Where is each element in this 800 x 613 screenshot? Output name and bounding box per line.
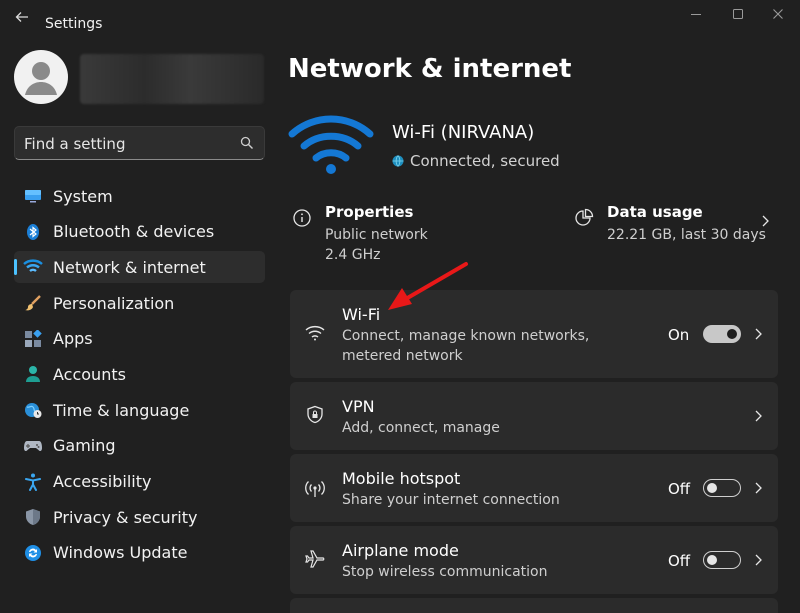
sidebar-item-label: Time & language: [53, 400, 190, 420]
vpn-card[interactable]: VPN Add, connect, manage: [290, 382, 778, 450]
info-row: Properties Public network 2.4 GHz Data u…: [288, 200, 778, 270]
sidebar-item-label: Bluetooth & devices: [53, 222, 215, 242]
sidebar-item-label: Accessibility: [53, 472, 152, 491]
app-title: Settings: [45, 16, 103, 32]
page-title: Network & internet: [288, 54, 572, 84]
airplane-mode-title: Airplane mode: [342, 541, 459, 560]
close-button[interactable]: [764, 6, 792, 26]
time-language-icon: [25, 403, 42, 419]
sidebar-item-network[interactable]: Network & internet: [14, 251, 265, 284]
sidebar-item-label: Windows Update: [53, 543, 188, 563]
vpn-subtitle: Add, connect, manage: [342, 420, 500, 436]
mobile-hotspot-toggle-label: Off: [668, 480, 691, 498]
avatar: [14, 50, 68, 104]
data-usage-link[interactable]: Data usage 22.21 GB, last 30 days: [574, 200, 778, 270]
wifi-icon: [305, 325, 325, 341]
user-profile[interactable]: [14, 50, 274, 108]
data-usage-amount: 22.21 GB, last 30 days: [607, 227, 766, 243]
globe-icon: [392, 155, 404, 167]
next-setting-card[interactable]: [290, 598, 778, 613]
maximize-button[interactable]: [724, 6, 752, 26]
airplane-icon: [305, 550, 325, 568]
sidebar-item-privacy-security[interactable]: Privacy & security: [14, 501, 265, 533]
sidebar-item-apps[interactable]: Apps: [14, 323, 265, 355]
mobile-hotspot-toggle[interactable]: [703, 479, 741, 497]
sidebar-item-personalization[interactable]: Personalization: [14, 287, 265, 319]
connection-status-text: Connected, secured: [410, 152, 560, 170]
sidebar-item-label: Gaming: [53, 436, 116, 456]
settings-window: Settings Syst: [0, 0, 800, 613]
sidebar-item-label: Personalization: [53, 293, 175, 313]
sidebar-item-system[interactable]: System: [14, 180, 265, 212]
maximize-icon: [733, 9, 743, 19]
minimize-button[interactable]: [682, 6, 710, 26]
back-button[interactable]: [12, 10, 32, 30]
airplane-mode-toggle-label: Off: [668, 552, 691, 570]
sidebar-item-label: System: [53, 186, 113, 206]
vpn-title: VPN: [342, 397, 375, 416]
airplane-mode-subtitle: Stop wireless communication: [342, 564, 548, 580]
windows-update-icon: [25, 544, 41, 561]
search-icon[interactable]: [240, 136, 254, 150]
accounts-icon: [26, 366, 40, 383]
sidebar-item-label: Apps: [53, 329, 93, 349]
properties-network-type: Public network: [325, 227, 428, 243]
accessibility-icon: [25, 473, 41, 491]
sidebar-item-bluetooth[interactable]: Bluetooth & devices: [14, 216, 265, 248]
vpn-shield-icon: [307, 405, 323, 424]
wifi-title: Wi-Fi: [342, 305, 381, 324]
search-input[interactable]: [24, 134, 234, 154]
chevron-right-icon: [755, 410, 762, 422]
sidebar-item-label: Privacy & security: [53, 507, 198, 527]
title-bar: Settings: [0, 0, 800, 40]
gaming-icon: [24, 440, 42, 451]
wifi-toggle-label: On: [668, 326, 690, 344]
sidebar: System Bluetooth & devices Network & int…: [0, 40, 280, 613]
chevron-right-icon: [755, 328, 762, 340]
chevron-right-icon: [755, 554, 762, 566]
system-icon: [25, 190, 41, 203]
sidebar-item-accessibility[interactable]: Accessibility: [14, 466, 265, 498]
brush-icon: [25, 295, 41, 311]
sidebar-nav: System Bluetooth & devices Network & int…: [14, 180, 265, 573]
main-content: Network & internet Wi-Fi (NIRVANA) Conne…: [288, 40, 793, 613]
network-icon: [23, 259, 43, 273]
sidebar-item-time-language[interactable]: Time & language: [14, 394, 265, 426]
wifi-subtitle: Connect, manage known networks, metered …: [342, 328, 590, 364]
info-icon: [293, 209, 311, 227]
sidebar-item-label: Network & internet: [53, 257, 206, 277]
bluetooth-icon: [27, 223, 39, 240]
shield-icon: [26, 509, 40, 526]
network-name: Wi-Fi (NIRVANA): [392, 122, 535, 143]
mobile-hotspot-subtitle: Share your internet connection: [342, 492, 560, 508]
connection-hero: Wi-Fi (NIRVANA) Connected, secured: [288, 112, 778, 182]
wifi-large-icon: [288, 115, 374, 174]
back-arrow-icon: [15, 12, 28, 22]
minimize-icon: [691, 14, 701, 15]
annotation-arrow: [388, 262, 468, 310]
search-box[interactable]: [14, 126, 265, 160]
properties-band: 2.4 GHz: [325, 247, 381, 263]
hotspot-icon: [305, 481, 325, 497]
mobile-hotspot-card[interactable]: Mobile hotspot Share your internet conne…: [290, 454, 778, 522]
sidebar-item-label: Accounts: [53, 364, 126, 384]
apps-icon: [25, 329, 42, 347]
properties-title: Properties: [325, 203, 414, 221]
redacted-profile-name: [80, 54, 264, 104]
airplane-mode-card[interactable]: Airplane mode Stop wireless communicatio…: [290, 526, 778, 594]
user-icon: [25, 62, 57, 95]
sidebar-item-windows-update[interactable]: Windows Update: [14, 537, 265, 569]
mobile-hotspot-title: Mobile hotspot: [342, 469, 461, 488]
sidebar-item-gaming[interactable]: Gaming: [14, 430, 265, 462]
connection-status: Connected, secured: [392, 152, 560, 170]
chevron-right-icon: [755, 482, 762, 494]
pie-chart-icon: [575, 208, 594, 226]
chevron-right-icon: [762, 215, 769, 227]
sidebar-item-accounts[interactable]: Accounts: [14, 358, 265, 390]
wifi-toggle[interactable]: [703, 325, 741, 343]
close-icon: [773, 9, 783, 19]
data-usage-title: Data usage: [607, 203, 703, 221]
wifi-card[interactable]: Wi-Fi Connect, manage known networks, me…: [290, 290, 778, 378]
airplane-mode-toggle[interactable]: [703, 551, 741, 569]
